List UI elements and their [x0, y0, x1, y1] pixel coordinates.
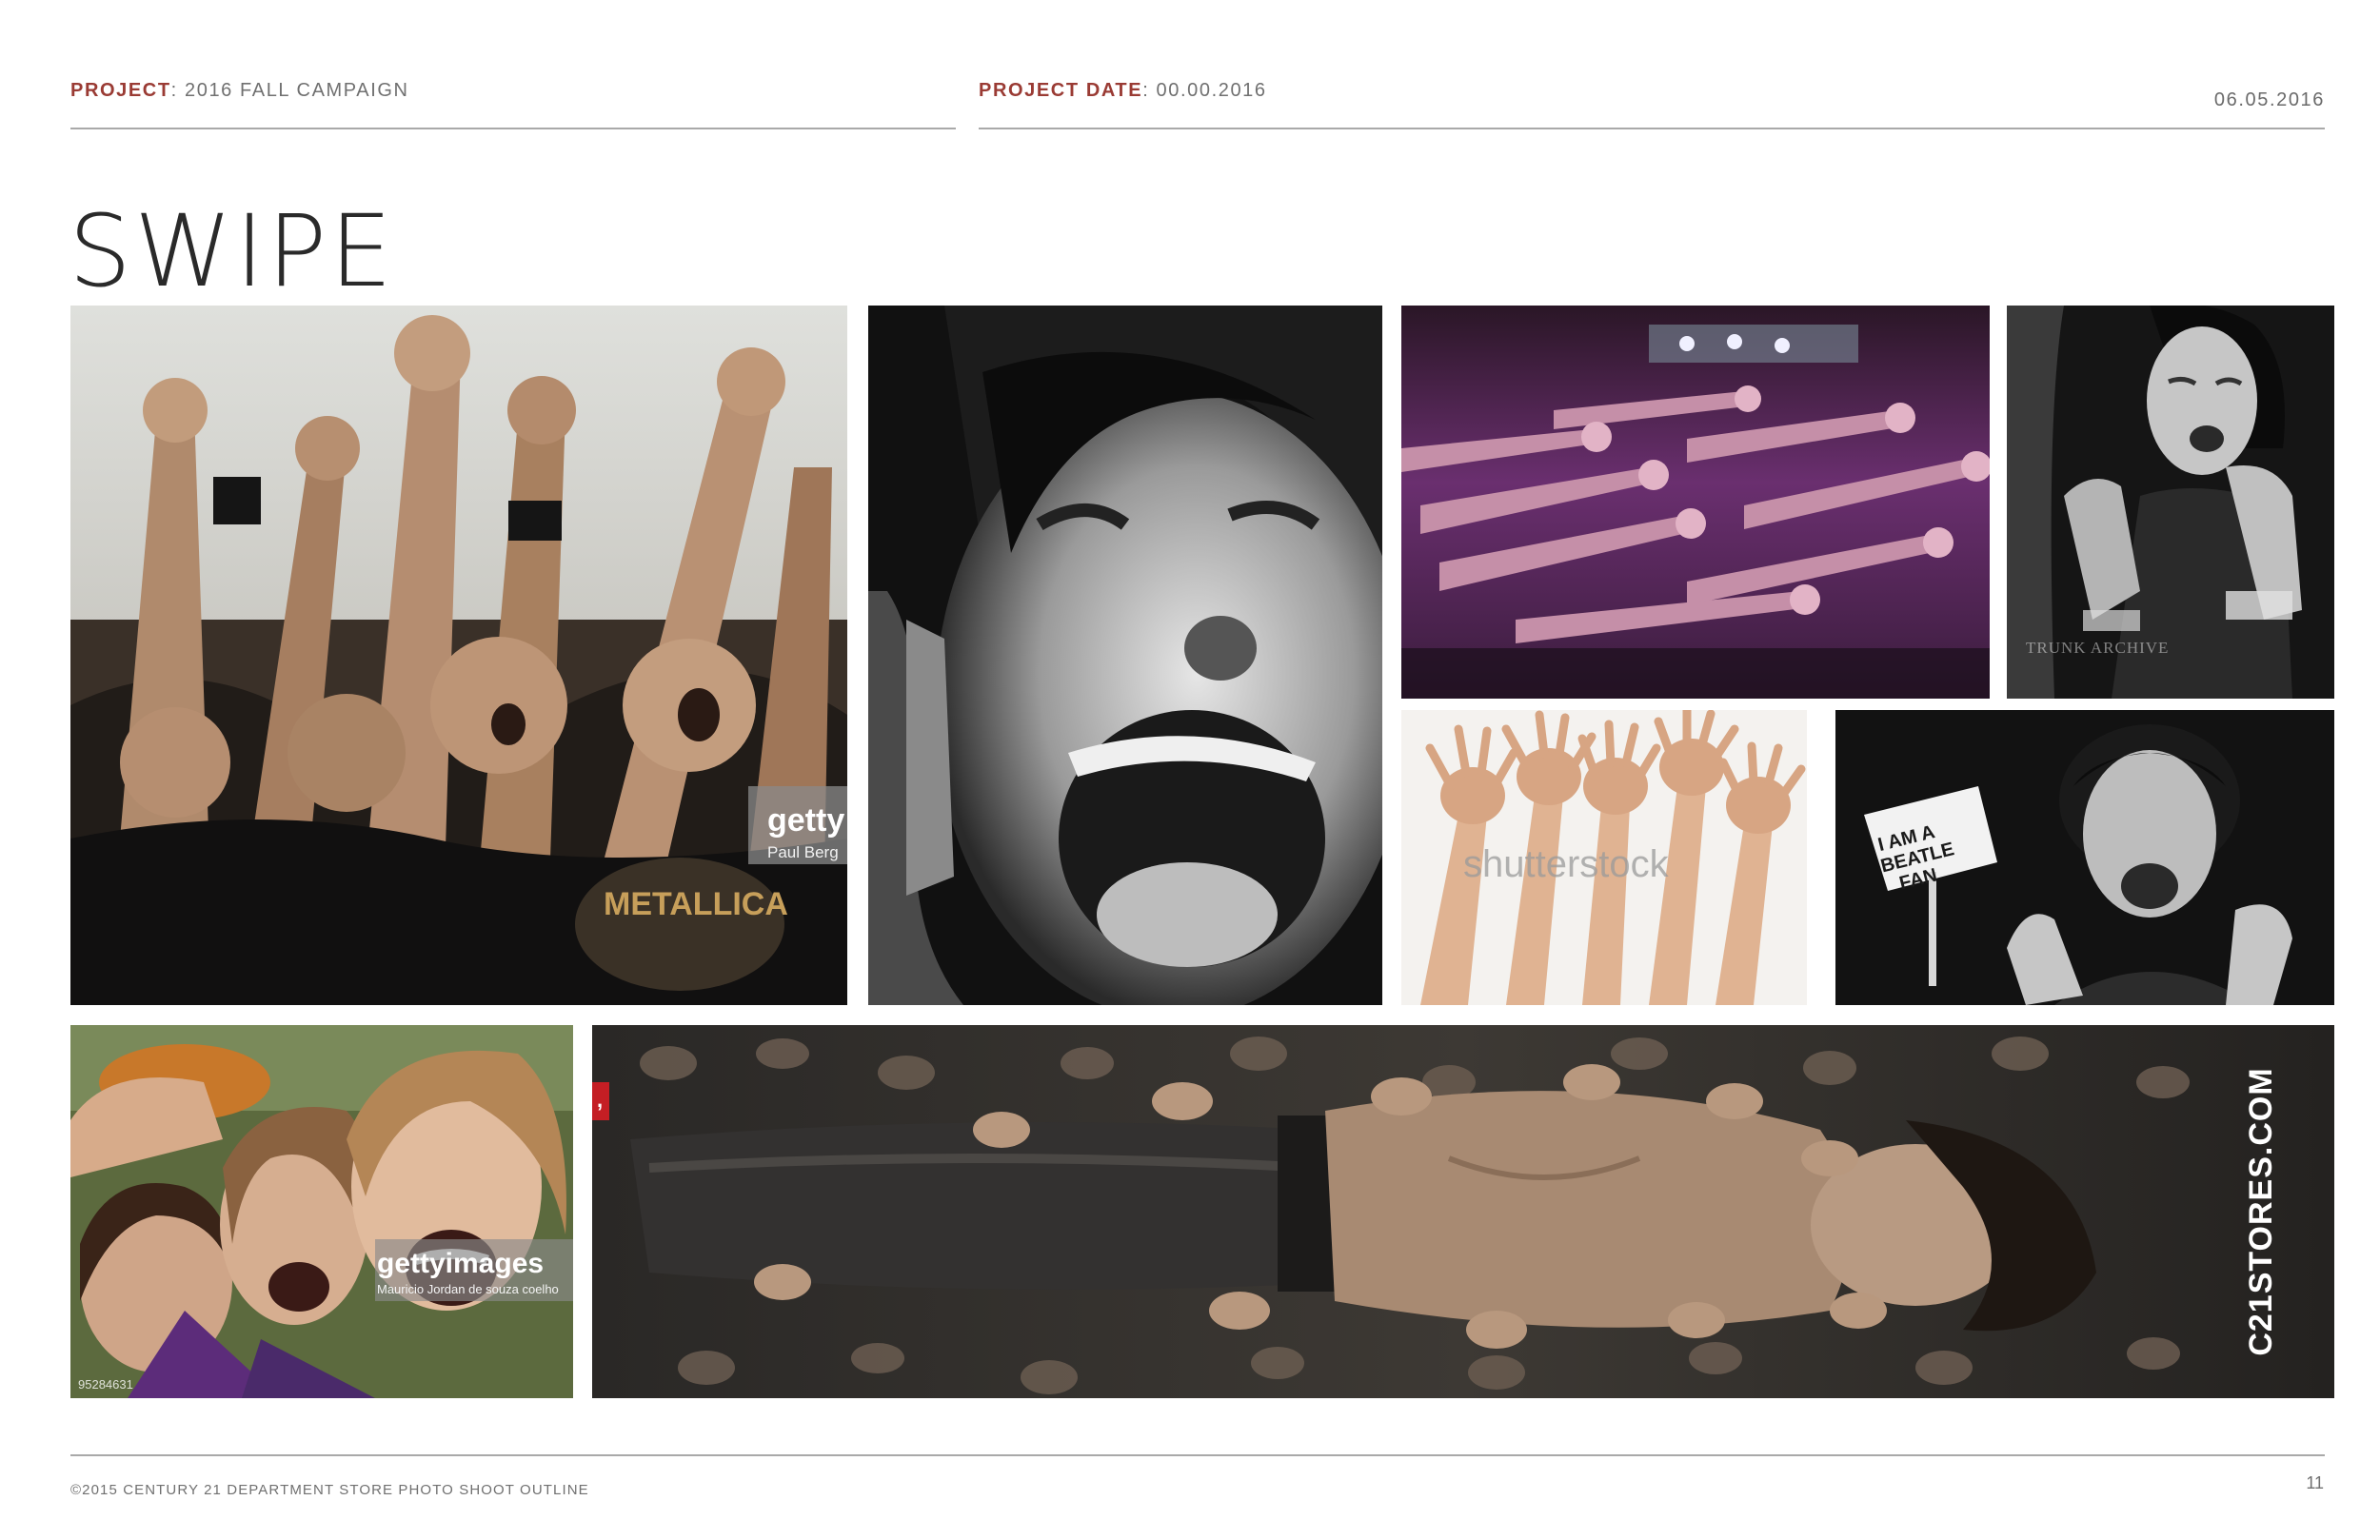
shutterstock-watermark: shutterstock	[1463, 843, 1670, 885]
page-number: 11	[2306, 1473, 2324, 1492]
project-date-value: 00.00.2016	[1156, 80, 1267, 101]
photo-screaming-woman	[868, 306, 1382, 1005]
project-date-label: PROJECT DATE: 00.00.2016	[979, 80, 1267, 101]
c21stores-side-text: C21STORES.COM	[2243, 1067, 2279, 1355]
image-id: 95284631	[78, 1377, 133, 1392]
project-key: PROJECT	[70, 80, 171, 101]
photo-metal-crowd: METALLICA getty Paul Berg	[70, 306, 847, 1005]
photo-woman-eyes-closed: TRUNK ARCHIVE	[2007, 306, 2334, 699]
svg-text:,: ,	[597, 1088, 603, 1112]
footer-copyright: ©2015 CENTURY 21 DEPARTMENT STORE PHOTO …	[70, 1482, 589, 1498]
project-label: PROJECT: 2016 FALL CAMPAIGN	[70, 80, 409, 101]
project-value: 2016 FALL CAMPAIGN	[185, 80, 409, 101]
photo-credit: Paul Berg	[767, 843, 839, 861]
gettyimages-watermark: gettyimages	[377, 1248, 544, 1279]
footer-rule	[70, 1454, 2325, 1456]
photo-crowd-surfer: , C21STORES.COM	[592, 1025, 2334, 1398]
photo-concert-hands	[1401, 306, 1990, 699]
photo-beatle-fan: I AM A BEATLE FAN	[1835, 710, 2334, 1005]
photo-hands-raised: shutterstock	[1401, 710, 1807, 1005]
photo-credit-2: Mauricio Jordan de souza coelho	[377, 1282, 559, 1296]
header-rule-left	[70, 128, 956, 129]
project-date-key: PROJECT DATE	[979, 80, 1143, 101]
page-title: SWIPE	[69, 193, 395, 309]
trunk-archive-watermark: TRUNK ARCHIVE	[2026, 639, 2169, 657]
getty-watermark: getty	[767, 802, 844, 839]
header-rule-right	[979, 128, 2325, 129]
document-date: 06.05.2016	[2213, 89, 2325, 110]
metallica-shirt-text: METALLICA	[604, 886, 788, 922]
photo-girls-screaming: gettyimages Mauricio Jordan de souza coe…	[70, 1025, 573, 1398]
